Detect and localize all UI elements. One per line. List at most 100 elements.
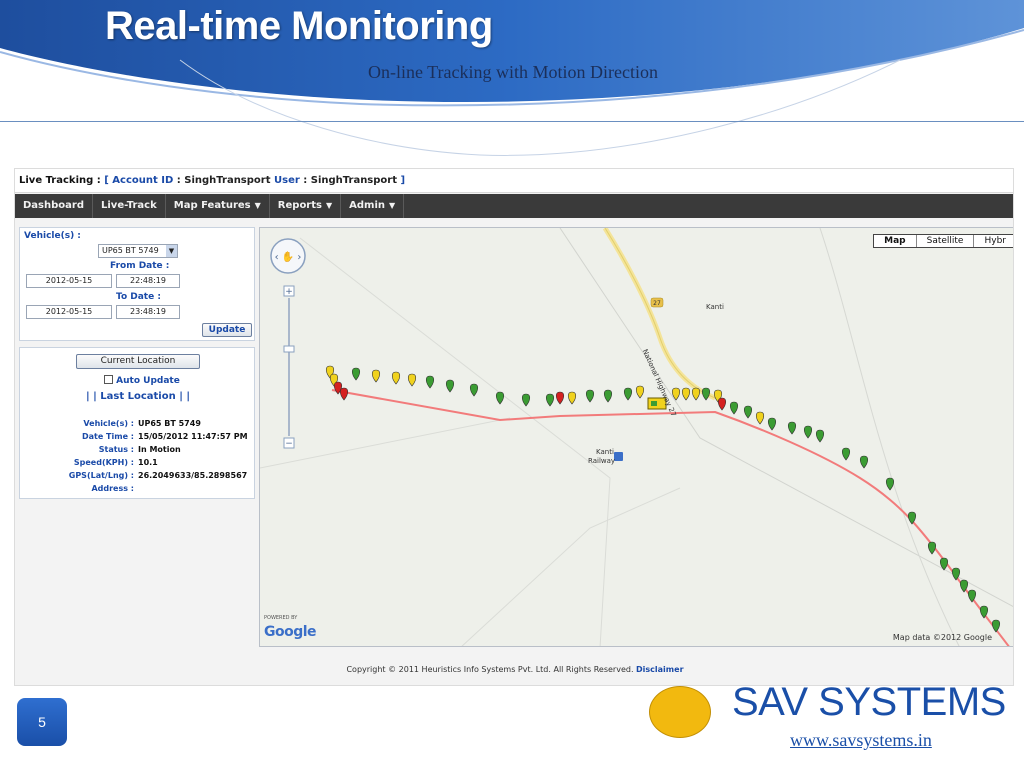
current-location-button[interactable]: Current Location	[76, 354, 200, 369]
route-marker-icon	[885, 477, 895, 491]
live-tracking-bar: Live Tracking : [ Account ID : SinghTran…	[15, 169, 1013, 193]
route-line	[331, 389, 1010, 646]
route-marker-icon	[701, 387, 711, 401]
auto-update-label: Auto Update	[116, 376, 180, 386]
to-time-input[interactable]: 23:48:19	[116, 305, 180, 319]
info-row-status: Status : In Motion	[20, 445, 256, 458]
caret-down-icon: ▼	[389, 201, 396, 210]
brand-name: SAV SYSTEMS	[732, 680, 1006, 724]
caret-down-icon: ▼	[254, 201, 261, 210]
info-value: In Motion	[138, 445, 181, 454]
map-nav-control[interactable]: ‹ ✋ › + −	[268, 236, 310, 456]
from-date-input[interactable]: 2012-05-15	[26, 274, 112, 288]
svg-text:−: −	[285, 439, 293, 449]
last-location-link[interactable]: | | Last Location | |	[86, 391, 190, 402]
svg-text:+: +	[285, 287, 293, 297]
nav-admin-label: Admin	[349, 200, 386, 211]
route-marker-icon	[585, 389, 595, 403]
nav-map-features-label: Map Features	[173, 200, 251, 211]
info-row-address: Address :	[20, 484, 256, 497]
google-logo: Google	[264, 624, 317, 640]
caret-down-icon: ▼	[325, 201, 333, 210]
main-nav: Dashboard Live-Track Map Features ▼ Repor…	[15, 194, 1013, 218]
info-key: Address :	[91, 484, 134, 493]
live-tracking-label: Live Tracking :	[19, 175, 101, 186]
route-marker-icon	[743, 405, 753, 419]
route-marker-icon	[729, 401, 739, 415]
to-date-label: To Date :	[116, 292, 161, 302]
route-marker-icon	[391, 371, 401, 385]
slide-title: Real-time Monitoring	[105, 4, 493, 48]
tracking-map[interactable]: 27 ‹ ✋ › + − Map Satellite Hybr Kanti Ka…	[259, 227, 1013, 647]
route-marker-icon	[371, 369, 381, 383]
map-place-label: Kanti	[706, 303, 724, 311]
user-value: : SinghTransport	[303, 175, 398, 186]
vehicle-filter-panel: Vehicle(s) : UP65 BT 5749 ▼ From Date : …	[19, 227, 255, 341]
nav-live-track-label: Live-Track	[101, 200, 157, 211]
tracking-app-screenshot: Live Tracking : [ Account ID : SinghTran…	[14, 168, 1014, 686]
vehicle-select[interactable]: UP65 BT 5749 ▼	[98, 244, 178, 258]
map-credit: Map data ©2012 Google	[892, 633, 992, 642]
account-id-value: : SinghTransport	[176, 175, 271, 186]
bracket-open: [	[104, 175, 109, 186]
brand-logo-circle	[649, 686, 711, 738]
info-key: Vehicle(s) :	[83, 419, 134, 428]
slide-subtitle: On-line Tracking with Motion Direction	[368, 62, 658, 82]
map-type-map-button[interactable]: Map	[874, 235, 917, 247]
route-marker-icon	[907, 511, 917, 525]
route-marker-icon	[681, 387, 691, 401]
page-number-badge: 5	[17, 698, 67, 746]
info-key: Status :	[98, 445, 134, 454]
route-marker-icon	[339, 387, 349, 401]
route-marker-icon	[545, 393, 555, 407]
highway-shield-label: 27	[653, 300, 661, 307]
info-row-speed: Speed(KPH) : 10.1	[20, 458, 256, 471]
bracket-close: ]	[400, 175, 406, 186]
nav-map-features[interactable]: Map Features ▼	[166, 194, 270, 218]
route-marker-icon	[521, 393, 531, 407]
copyright-footer: Copyright © 2011 Heuristics Info Systems…	[15, 665, 1013, 674]
route-marker-icon	[425, 375, 435, 389]
route-marker-icon	[787, 421, 797, 435]
update-button[interactable]: Update	[202, 323, 252, 337]
route-marker-icon	[755, 411, 765, 425]
route-marker-icon	[815, 429, 825, 443]
map-type-satellite-button[interactable]: Satellite	[917, 235, 975, 247]
copyright-text: Copyright © 2011 Heuristics Info Systems…	[346, 665, 634, 674]
svg-text:‹ ✋ ›: ‹ ✋ ›	[275, 250, 302, 263]
nav-live-track[interactable]: Live-Track	[93, 194, 166, 218]
route-marker-icon	[351, 367, 361, 381]
nav-admin[interactable]: Admin ▼	[341, 194, 405, 218]
user-label: User	[274, 175, 300, 186]
nav-reports-label: Reports	[277, 200, 322, 211]
nav-dashboard-label: Dashboard	[23, 200, 84, 211]
route-marker-icon	[635, 385, 645, 399]
info-key: Date Time :	[81, 432, 134, 441]
route-marker-icon	[603, 389, 613, 403]
disclaimer-link[interactable]: Disclaimer	[636, 665, 683, 674]
map-place-label: Railway	[588, 457, 616, 465]
chevron-down-icon: ▼	[166, 245, 177, 257]
route-marker-icon	[859, 455, 869, 469]
route-marker-icon	[767, 417, 777, 431]
route-marker-icon	[691, 387, 701, 401]
account-id-label: Account ID	[112, 175, 174, 186]
map-type-hybrid-button[interactable]: Hybr	[974, 235, 1013, 247]
info-value: 10.1	[138, 458, 158, 467]
info-row-datetime: Date Time : 15/05/2012 11:47:57 PM	[20, 432, 256, 445]
nav-dashboard[interactable]: Dashboard	[15, 194, 93, 218]
nav-reports[interactable]: Reports ▼	[270, 194, 342, 218]
route-marker-icon	[445, 379, 455, 393]
map-canvas: 27	[260, 228, 1013, 646]
route-marker-icon	[803, 425, 813, 439]
from-date-label: From Date :	[110, 261, 170, 271]
from-time-input[interactable]: 22:48:19	[116, 274, 180, 288]
map-place-label: Kanti	[596, 448, 614, 456]
to-date-input[interactable]: 2012-05-15	[26, 305, 112, 319]
auto-update-checkbox[interactable]	[104, 375, 113, 384]
info-value: 15/05/2012 11:47:57 PM	[138, 432, 248, 441]
slide-divider	[0, 121, 1024, 122]
info-key: Speed(KPH) :	[73, 458, 134, 467]
info-key: GPS(Lat/Lng) :	[68, 471, 134, 480]
brand-url-link[interactable]: www.savsystems.in	[790, 730, 932, 751]
